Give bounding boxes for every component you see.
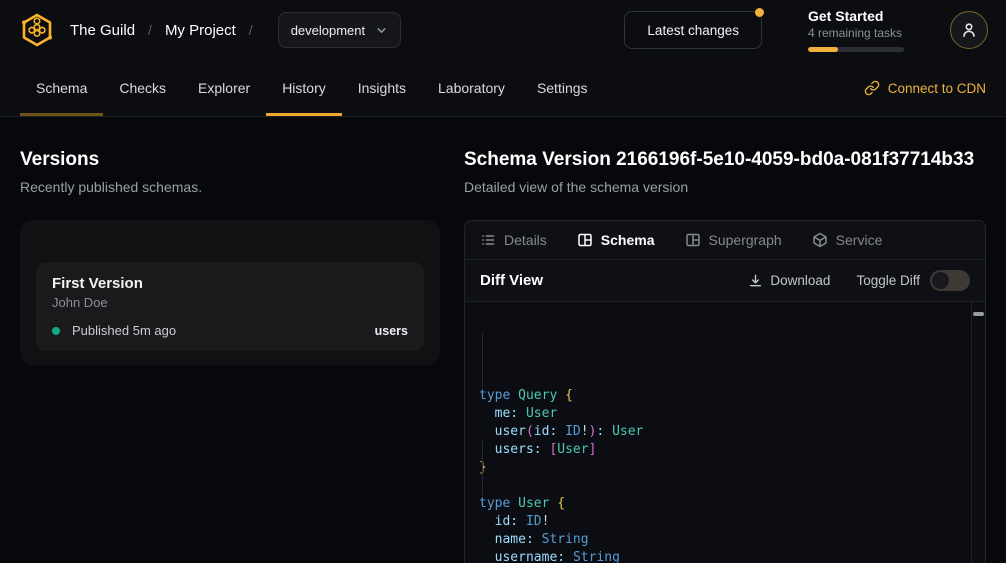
versions-column: Versions Recently published schemas. Fir… bbox=[20, 135, 440, 563]
tab-settings[interactable]: Settings bbox=[521, 60, 604, 116]
tab-explorer[interactable]: Explorer bbox=[182, 60, 266, 116]
tab-history[interactable]: History bbox=[266, 60, 342, 116]
version-detail-column: Schema Version 2166196f-5e10-4059-bd0a-0… bbox=[464, 135, 986, 563]
tab-schema[interactable]: Schema bbox=[20, 60, 103, 116]
code-line: users: [User] bbox=[479, 441, 961, 459]
detail-tab-service[interactable]: Service bbox=[812, 232, 883, 248]
indent-guide bbox=[482, 333, 483, 387]
version-name: First Version bbox=[52, 275, 408, 292]
progress-fill bbox=[808, 47, 838, 52]
tab-insights[interactable]: Insights bbox=[342, 60, 422, 116]
cube-icon bbox=[812, 232, 828, 248]
code-line bbox=[479, 477, 961, 495]
app-header: The Guild / My Project / development Lat… bbox=[0, 0, 1006, 60]
version-author: John Doe bbox=[52, 295, 408, 310]
target-selector-value: development bbox=[291, 23, 365, 38]
detail-tabs: Details Schema bbox=[465, 221, 985, 259]
detail-tab-label: Supergraph bbox=[709, 232, 782, 248]
page-content: Versions Recently published schemas. Fir… bbox=[0, 117, 1006, 563]
breadcrumb-project[interactable]: My Project bbox=[165, 22, 236, 39]
header-right-group: Latest changes Get Started 4 remaining t… bbox=[624, 8, 988, 52]
columns-icon bbox=[577, 232, 593, 248]
code-scrollbar-thumb[interactable] bbox=[973, 312, 984, 316]
list-icon bbox=[480, 232, 496, 248]
indent-guide bbox=[482, 441, 483, 495]
versions-title: Versions bbox=[20, 147, 440, 173]
code-line: } bbox=[479, 459, 961, 477]
diff-view-header: Diff View Download Toggle D bbox=[465, 259, 985, 301]
link-icon bbox=[864, 80, 880, 96]
connect-to-cdn-link[interactable]: Connect to CDN bbox=[864, 80, 986, 96]
connect-to-cdn-label: Connect to CDN bbox=[888, 81, 986, 96]
detail-tab-label: Service bbox=[836, 232, 883, 248]
toggle-diff-switch[interactable] bbox=[930, 270, 970, 291]
breadcrumb-separator: / bbox=[249, 22, 253, 38]
download-label: Download bbox=[770, 273, 830, 288]
user-avatar[interactable] bbox=[950, 11, 988, 49]
schema-code-view: type Query { me: User user(id: ID!): Use… bbox=[465, 301, 985, 563]
get-started-title: Get Started bbox=[808, 8, 904, 25]
tab-laboratory[interactable]: Laboratory bbox=[422, 60, 521, 116]
detail-tab-schema[interactable]: Schema bbox=[577, 232, 655, 248]
code-line: username: String bbox=[479, 549, 961, 563]
get-started-widget[interactable]: Get Started 4 remaining tasks bbox=[808, 8, 904, 52]
code-line: me: User bbox=[479, 405, 961, 423]
person-icon bbox=[960, 21, 978, 39]
schema-sdl-code[interactable]: type Query { me: User user(id: ID!): Use… bbox=[465, 302, 985, 563]
latest-changes-button[interactable]: Latest changes bbox=[624, 11, 762, 49]
detail-tab-supergraph[interactable]: Supergraph bbox=[685, 232, 782, 248]
get-started-progress-bar bbox=[808, 47, 904, 52]
code-line: type Query { bbox=[479, 387, 961, 405]
toggle-diff-label: Toggle Diff bbox=[856, 273, 920, 288]
download-icon bbox=[748, 273, 763, 288]
notification-dot bbox=[755, 8, 764, 17]
get-started-subtitle: 4 remaining tasks bbox=[808, 26, 904, 41]
download-button[interactable]: Download bbox=[748, 273, 830, 288]
versions-subtitle: Recently published schemas. bbox=[20, 179, 440, 195]
code-line: id: ID! bbox=[479, 513, 961, 531]
version-service-badge: users bbox=[375, 324, 408, 338]
detail-tab-label: Details bbox=[504, 232, 547, 248]
version-detail-title: Schema Version 2166196f-5e10-4059-bd0a-0… bbox=[464, 147, 986, 173]
tab-checks[interactable]: Checks bbox=[103, 60, 182, 116]
chevron-down-icon bbox=[375, 24, 388, 37]
code-line: name: String bbox=[479, 531, 961, 549]
toggle-knob bbox=[932, 272, 949, 289]
latest-changes-label: Latest changes bbox=[647, 23, 739, 38]
versions-list-card: First Version John Doe Published 5m ago … bbox=[20, 220, 440, 365]
code-scrollbar[interactable] bbox=[971, 302, 985, 563]
version-detail-panel: Details Schema bbox=[464, 220, 986, 563]
guild-logo-icon[interactable] bbox=[18, 11, 56, 49]
main-nav: Schema Checks Explorer History Insights … bbox=[0, 60, 1006, 117]
breadcrumb-org[interactable]: The Guild bbox=[70, 22, 135, 39]
code-line: user(id: ID!): User bbox=[479, 423, 961, 441]
detail-tab-details[interactable]: Details bbox=[480, 232, 547, 248]
diff-view-title: Diff View bbox=[480, 272, 543, 289]
version-detail-subtitle: Detailed view of the schema version bbox=[464, 179, 986, 195]
columns-icon bbox=[685, 232, 701, 248]
published-status-dot bbox=[52, 327, 60, 335]
code-line: type User { bbox=[479, 495, 961, 513]
target-selector-dropdown[interactable]: development bbox=[278, 12, 401, 48]
breadcrumb-separator: / bbox=[148, 22, 152, 38]
detail-tab-label: Schema bbox=[601, 232, 655, 248]
version-list-item[interactable]: First Version John Doe Published 5m ago … bbox=[36, 262, 424, 351]
version-status: Published 5m ago bbox=[72, 323, 176, 338]
